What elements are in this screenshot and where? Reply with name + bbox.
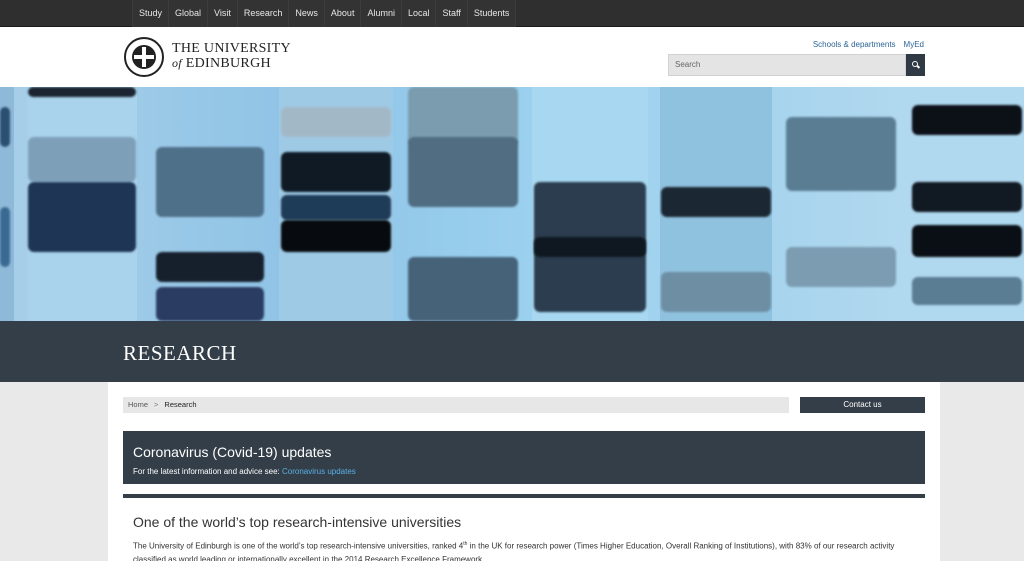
university-logo-text[interactable]: THE UNIVERSITY of EDINBURGH [172,42,291,71]
hero-banner-image [0,87,1024,321]
page-title: RESEARCH [123,341,237,365]
nav-students[interactable]: Students [466,0,517,27]
nav-study[interactable]: Study [132,0,169,27]
feature-text: The University of Edinburgh is one of th… [133,541,895,561]
utility-links: Schools & departments MyEd [813,40,924,49]
nav-staff[interactable]: Staff [435,0,467,27]
breadcrumb-current: Research [164,400,197,409]
breadcrumb-home[interactable]: Home [128,400,148,409]
top-nav: Study Global Visit Research News About A… [132,0,517,27]
breadcrumb: Home > Research [123,397,789,413]
university-crest-icon[interactable] [124,37,164,77]
alert-title: Coronavirus (Covid-19) updates [133,444,332,460]
nav-research[interactable]: Research [236,0,289,27]
search-button[interactable] [906,54,925,76]
search-input[interactable]: Search [668,54,906,76]
myed-link[interactable]: MyEd [904,40,924,49]
nav-global[interactable]: Global [168,0,208,27]
nav-about[interactable]: About [323,0,361,27]
contact-us-button[interactable]: Contact us [800,397,925,413]
covid-alert-box: Coronavirus (Covid-19) updates For the l… [123,431,925,484]
top-nav-bar: Study Global Visit Research News About A… [0,0,1024,27]
logo-line-1: THE UNIVERSITY [172,41,291,56]
nav-local[interactable]: Local [400,0,436,27]
coronavirus-updates-link[interactable]: Coronavirus updates [282,467,356,476]
feature-title: One of the world’s top research-intensiv… [133,514,462,530]
schools-departments-link[interactable]: Schools & departments [813,40,896,49]
nav-news[interactable]: News [288,0,324,27]
feature-section: One of the world’s top research-intensiv… [123,494,925,561]
nav-visit[interactable]: Visit [207,0,237,27]
nav-alumni[interactable]: Alumni [360,0,401,27]
alert-text: For the latest information and advice se… [133,467,356,476]
logo-line-2: of EDINBURGH [172,56,271,71]
breadcrumb-separator: > [154,400,159,409]
page-title-strip: RESEARCH [0,321,1024,382]
site-header: THE UNIVERSITY of EDINBURGH Schools & de… [0,27,1024,87]
